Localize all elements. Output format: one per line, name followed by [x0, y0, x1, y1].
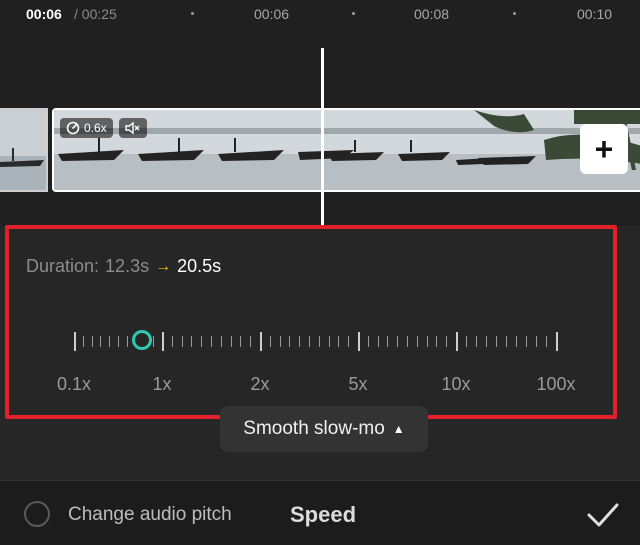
muted-badge — [118, 118, 147, 138]
current-time: 00:06 — [26, 6, 62, 22]
speed-gauge-icon — [66, 121, 80, 135]
caret-up-icon: ▲ — [392, 422, 405, 436]
add-clip-button[interactable]: + — [580, 124, 628, 174]
ruler-dot — [352, 12, 355, 15]
ruler-dot — [191, 12, 194, 15]
ruler-mark: 00:08 — [414, 6, 450, 22]
smooth-slowmo-label: Smooth slow-mo — [243, 418, 385, 439]
total-time: / 00:25 — [74, 6, 117, 22]
ruler-mark: 00:10 — [577, 6, 613, 22]
speaker-muted-icon — [124, 121, 140, 135]
clip-badges: 0.6x — [60, 118, 147, 138]
highlight-box — [5, 225, 617, 419]
checkmark-icon[interactable] — [586, 498, 620, 532]
ruler-mark: 00:06 — [254, 6, 290, 22]
time-ruler: 00:06 / 00:25 00:06 00:08 00:10 — [0, 0, 640, 30]
ruler-dot — [513, 12, 516, 15]
smooth-slowmo-button[interactable]: Smooth slow-mo ▲ — [220, 406, 428, 452]
change-audio-pitch-checkbox[interactable] — [24, 501, 50, 527]
screen-title: Speed — [290, 502, 357, 527]
previous-clip[interactable] — [0, 108, 48, 192]
speed-badge-value: 0.6x — [84, 121, 107, 135]
clip-thumbnail — [0, 110, 46, 190]
playhead[interactable] — [321, 48, 324, 226]
change-audio-pitch-label[interactable]: Change audio pitch — [68, 504, 232, 526]
speed-badge: 0.6x — [60, 118, 113, 138]
